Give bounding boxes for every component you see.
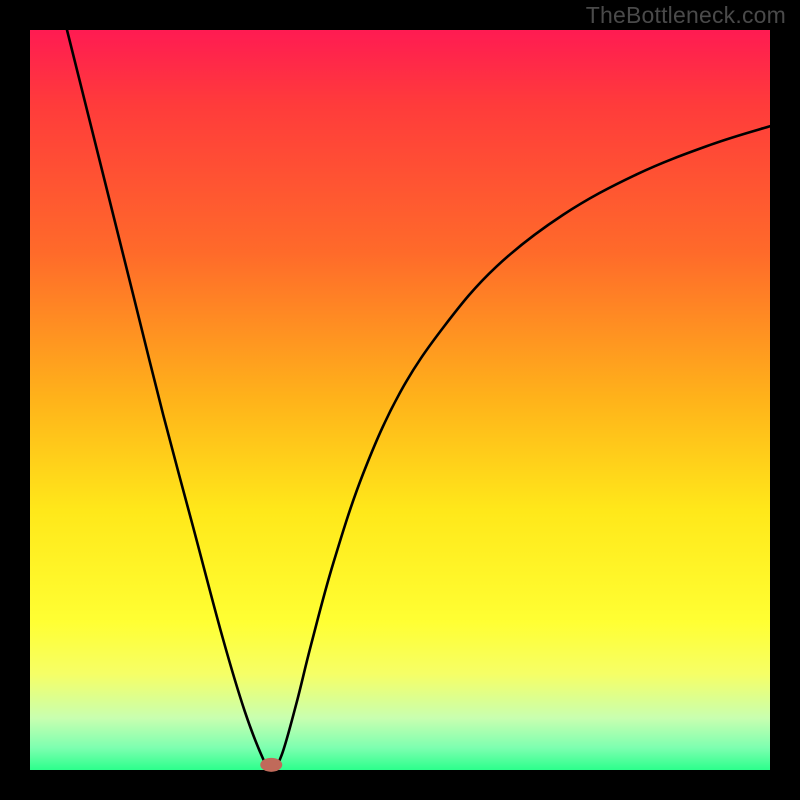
plot-area xyxy=(30,30,770,770)
trough-marker xyxy=(260,758,282,772)
bottleneck-curve-chart xyxy=(0,0,800,800)
chart-stage: TheBottleneck.com xyxy=(0,0,800,800)
watermark-label: TheBottleneck.com xyxy=(586,2,786,29)
